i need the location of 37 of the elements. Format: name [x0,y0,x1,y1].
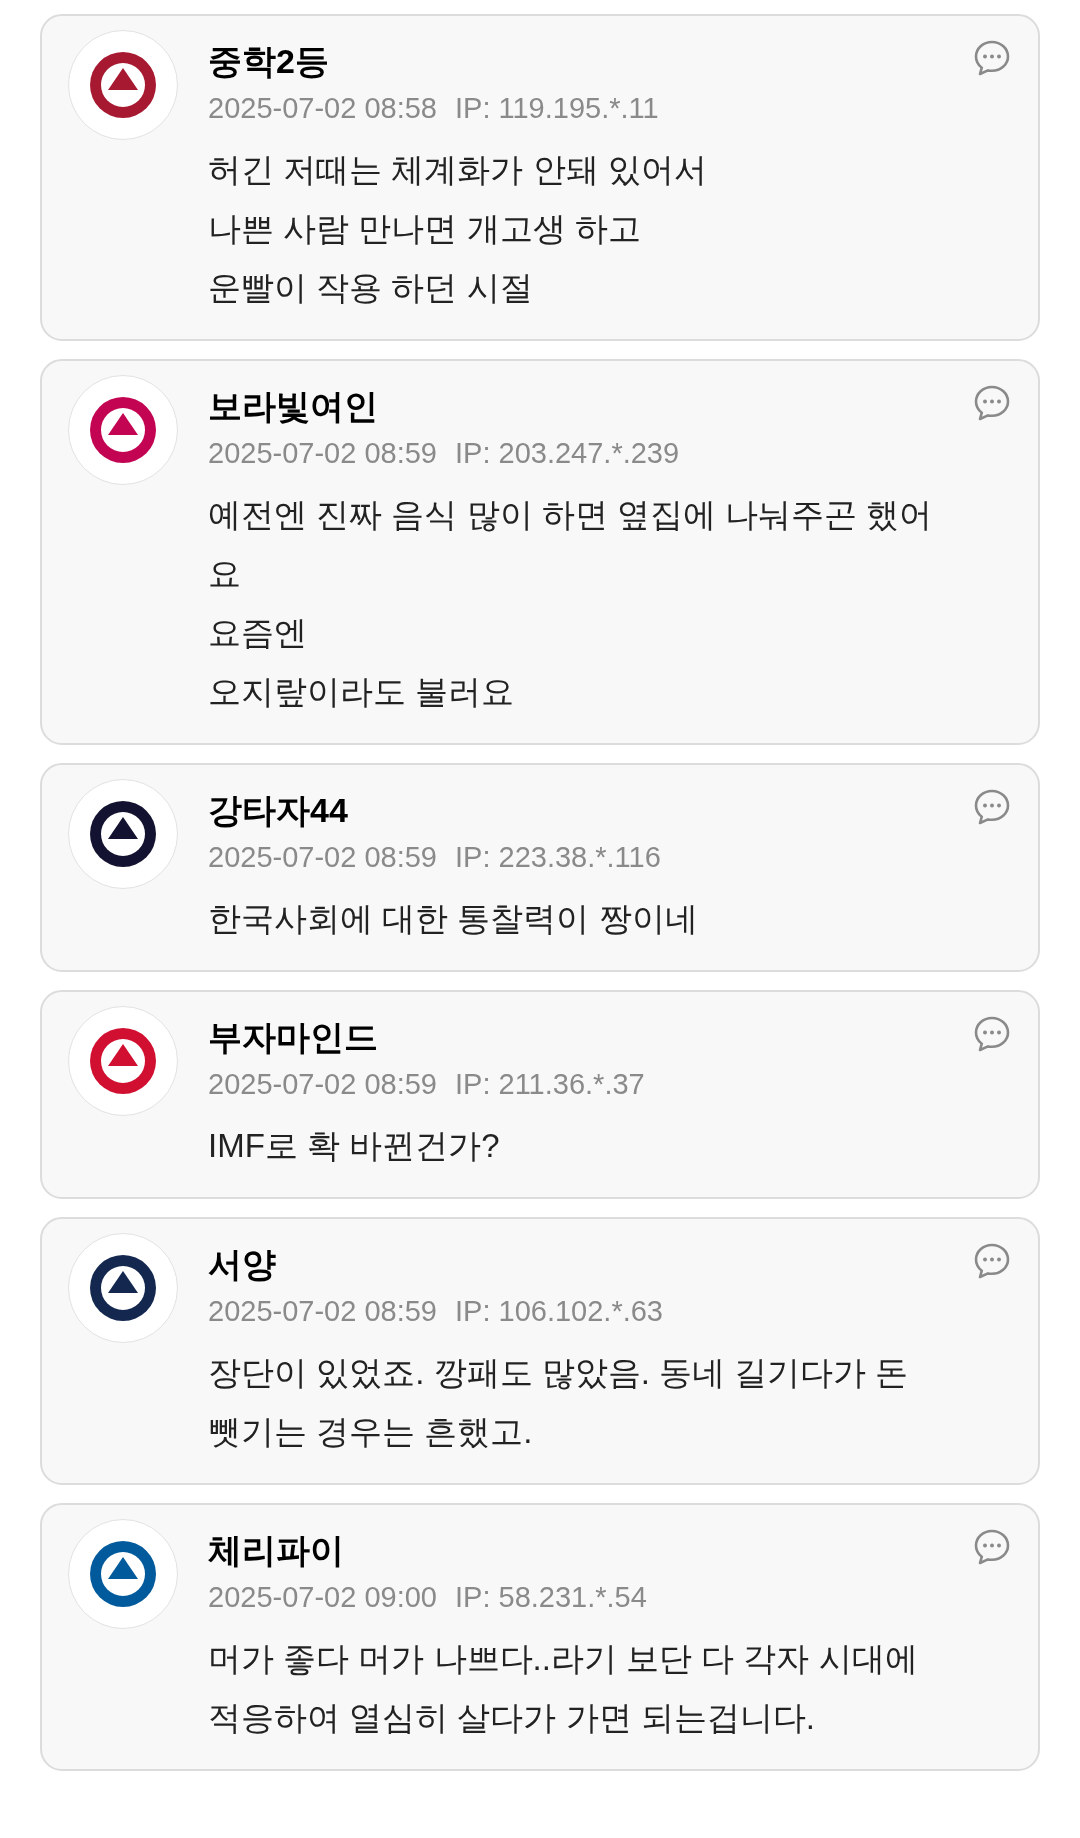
comment-icon[interactable] [972,38,1012,78]
author-name: 체리파이 [208,1530,344,1571]
comment-icon[interactable] [972,1241,1012,1281]
comment-text: 요즘엔 [208,613,308,653]
comment-date: 2025-07-02 09:00 [208,1580,437,1615]
comment-text: IMF로 확 바뀐건가? [208,1126,501,1166]
comment-icon[interactable] [972,787,1012,827]
comment-icon[interactable] [972,383,1012,423]
author-name: 서양 [208,1244,276,1285]
comment-text: 운빨이 작용 하던 시절 [208,268,534,308]
comment-text: 예전엔 진짜 음식 많이 하면 옆집에 나눠주곤 했어 [208,495,934,535]
comment-date: 2025-07-02 08:58 [208,91,437,126]
ip-address: IP: 203.247.*.239 [455,436,680,471]
ip-address: IP: 58.231.*.54 [455,1580,647,1615]
ip-address: IP: 223.38.*.116 [455,840,661,875]
comment-text: 장단이 있었죠. 깡패도 많았음. 동네 길기다가 돈 [208,1353,910,1393]
comment-date: 2025-07-02 08:59 [208,436,437,471]
comment-text: 뺏기는 경우는 흔했고. [208,1412,534,1452]
comment-date: 2025-07-02 08:59 [208,1294,437,1329]
comment-text: 한국사회에 대한 통찰력이 짱이네 [208,899,699,939]
ip-address: IP: 119.195.*.11 [455,91,659,126]
ip-address: IP: 211.36.*.37 [455,1067,645,1102]
ip-address: IP: 106.102.*.63 [455,1294,663,1329]
comment-date: 2025-07-02 08:59 [208,1067,437,1102]
comment-icon[interactable] [972,1014,1012,1054]
comment-text: 허긴 저때는 체계화가 안돼 있어서 [208,150,708,190]
author-name: 부자마인드 [208,1017,378,1058]
comment-text: 머가 좋다 머가 나쁘다..라기 보단 다 각자 시대에 [208,1639,919,1679]
comment-icon[interactable] [972,1527,1012,1567]
author-name: 강타자44 [208,790,348,831]
comment-date: 2025-07-02 08:59 [208,840,437,875]
author-name: 중학2등 [208,41,329,82]
comment-text: 나쁜 사람 만나면 개고생 하고 [208,209,642,249]
author-name: 보라빛여인 [208,386,378,427]
comment-text: 오지랖이라도 불러요 [208,672,516,712]
comment-text: 요 [208,554,242,594]
comment-text: 적응하여 열심히 살다가 가면 되는겁니다. [208,1698,816,1738]
